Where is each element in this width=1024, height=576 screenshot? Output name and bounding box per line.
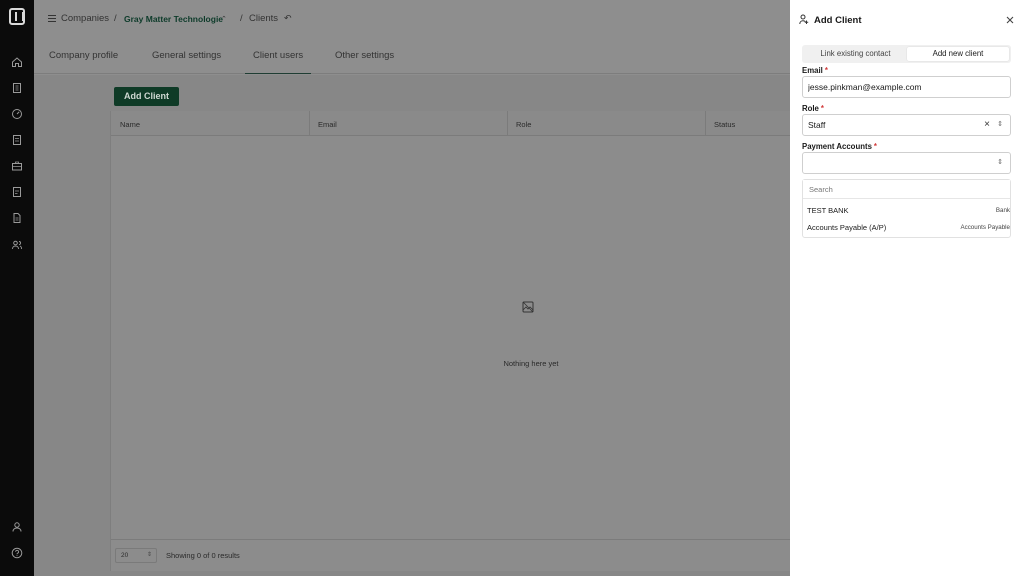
email-label: Email *: [802, 66, 828, 75]
account-name: TEST BANK: [807, 206, 849, 215]
list-item[interactable]: Accounts Payable (A/P) Accounts Payable: [803, 219, 1010, 236]
role-select[interactable]: Staff × ⇕: [802, 114, 1011, 136]
breadcrumb-separator: /: [114, 13, 117, 24]
segment-add-new-client[interactable]: Add new client: [907, 47, 1009, 61]
role-select-value: Staff: [808, 120, 826, 130]
page-size-select[interactable]: 20 ⇕: [115, 548, 157, 563]
profile-icon[interactable]: [11, 521, 23, 533]
help-icon[interactable]: [11, 547, 23, 559]
menu-icon[interactable]: [48, 15, 56, 22]
required-mark: *: [824, 66, 828, 75]
tab-other-settings[interactable]: Other settings: [335, 50, 394, 61]
app-logo[interactable]: [9, 8, 25, 25]
payment-accounts-select[interactable]: ⇕: [802, 152, 1011, 174]
payment-accounts-label: Payment Accounts *: [802, 142, 877, 151]
add-client-panel: Add Client Link existing contact Add new…: [790, 0, 1024, 576]
segment-link-existing-contact[interactable]: Link existing contact: [804, 47, 907, 61]
account-type: Accounts Payable: [960, 224, 1010, 231]
payment-accounts-dropdown: TEST BANK Bank Accounts Payable (A/P) Ac…: [802, 179, 1011, 238]
tab-company-profile[interactable]: Company profile: [49, 50, 118, 61]
breadcrumb-separator: /: [240, 13, 243, 24]
content-area: Add Client Name Email Role Status Nothin…: [34, 75, 791, 576]
chevron-updown-icon: ⇕: [997, 121, 1003, 128]
column-header-name[interactable]: Name: [120, 120, 140, 129]
empty-state-icon: [522, 301, 534, 313]
document-icon[interactable]: [11, 212, 23, 224]
clear-icon[interactable]: ×: [984, 115, 990, 135]
topbar: Companies / Gray Matter Technologie ⌃ / …: [34, 0, 790, 38]
building-icon[interactable]: [11, 82, 23, 94]
undo-icon[interactable]: ↶: [284, 13, 292, 24]
role-label-text: Role: [802, 104, 819, 113]
column-divider: [705, 111, 706, 136]
briefcase-icon[interactable]: [11, 160, 23, 172]
user-plus-icon: [799, 14, 809, 25]
payment-accounts-label-text: Payment Accounts: [802, 142, 872, 151]
column-header-status[interactable]: Status: [714, 120, 735, 129]
table-header: Name Email Role Status: [111, 111, 791, 136]
column-divider: [507, 111, 508, 136]
add-client-button[interactable]: Add Client: [114, 87, 179, 106]
results-count: Showing 0 of 0 results: [166, 551, 240, 560]
column-header-role[interactable]: Role: [516, 120, 531, 129]
clients-table: Name Email Role Status Nothing here yet …: [110, 111, 791, 571]
page-size-value: 20: [121, 552, 129, 559]
column-header-email[interactable]: Email: [318, 120, 337, 129]
list-item[interactable]: TEST BANK Bank: [803, 202, 1010, 219]
chevron-updown-icon[interactable]: ⌃: [221, 15, 227, 23]
account-type: Bank: [995, 207, 1010, 214]
panel-title: Add Client: [814, 15, 862, 26]
account-name: Accounts Payable (A/P): [807, 223, 887, 232]
email-field[interactable]: [802, 76, 1011, 98]
close-icon[interactable]: [1005, 14, 1015, 24]
breadcrumb-current: Clients: [249, 13, 279, 24]
tab-bar: Company profile General settings Client …: [34, 38, 790, 74]
users-icon[interactable]: [11, 239, 23, 251]
role-label: Role *: [802, 104, 824, 113]
email-label-text: Email: [802, 66, 823, 75]
required-mark: *: [873, 142, 877, 151]
table-footer: 20 ⇕ Showing 0 of 0 results: [111, 539, 791, 571]
empty-state-text: Nothing here yet: [503, 359, 559, 368]
search-input[interactable]: [803, 180, 1010, 199]
chevron-updown-icon: ⇕: [146, 552, 152, 558]
tab-client-users[interactable]: Client users: [245, 50, 312, 74]
report-icon[interactable]: [11, 186, 23, 198]
chevron-updown-icon: ⇕: [997, 159, 1003, 166]
required-mark: *: [820, 104, 824, 113]
home-icon[interactable]: [11, 56, 23, 68]
column-divider: [309, 111, 310, 136]
main-area: Companies / Gray Matter Technologie ⌃ / …: [34, 0, 791, 576]
ledger-icon[interactable]: [11, 134, 23, 146]
breadcrumb-company[interactable]: Gray Matter Technologie: [124, 14, 223, 24]
client-mode-toggle: Link existing contact Add new client: [802, 45, 1011, 63]
breadcrumb-companies[interactable]: Companies: [61, 13, 109, 24]
gauge-icon[interactable]: [11, 108, 23, 120]
left-rail: [0, 0, 34, 576]
tab-general-settings[interactable]: General settings: [152, 50, 221, 61]
